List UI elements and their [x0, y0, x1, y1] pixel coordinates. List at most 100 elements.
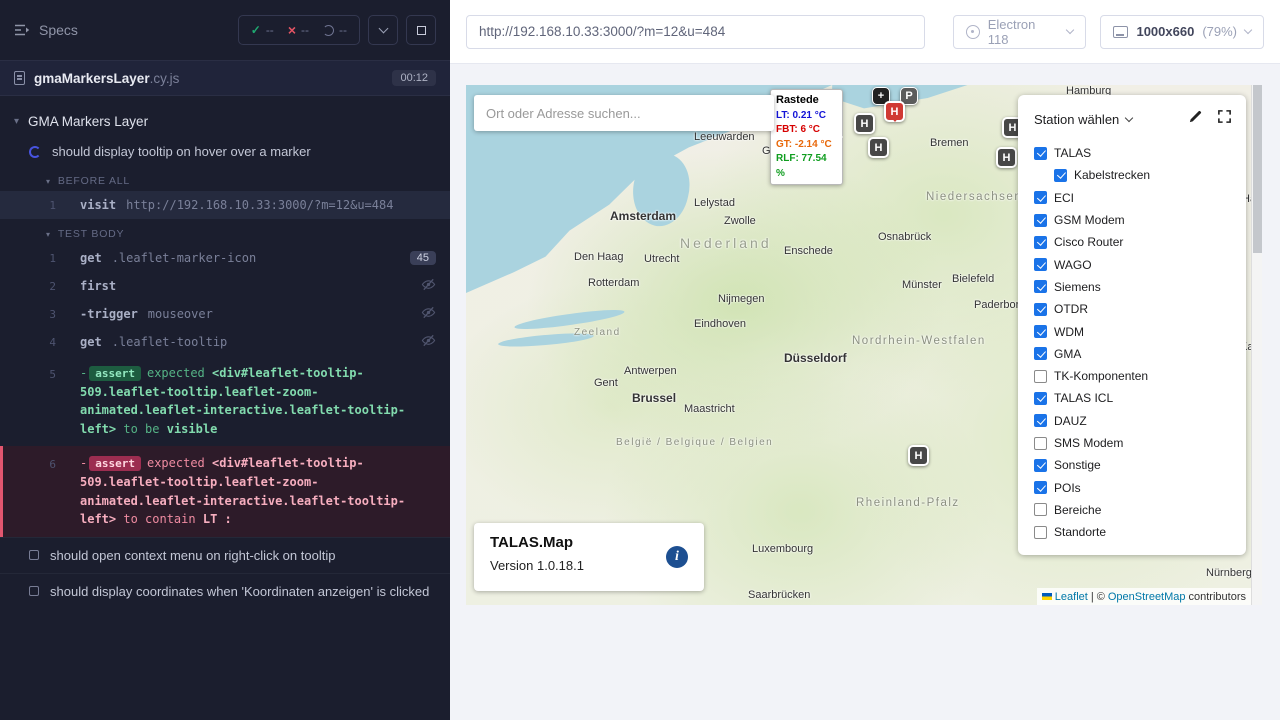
test-stats: ✓ -- × -- --: [238, 15, 360, 45]
map-label: Niedersachsen: [926, 191, 1022, 203]
map-label: Leeuwarden: [694, 131, 755, 143]
refresh-icon: [323, 25, 334, 36]
checkbox[interactable]: [1034, 526, 1047, 539]
test-row-active[interactable]: should display tooltip on hover over a m…: [0, 137, 450, 166]
command-row-get[interactable]: 1 get .leaflet-marker-icon 45: [0, 244, 450, 272]
specs-list-icon: [14, 23, 30, 37]
checkbox[interactable]: [1054, 169, 1067, 182]
layer-row[interactable]: Sonstige: [1034, 454, 1232, 476]
station-select-dropdown[interactable]: Station wählen: [1034, 112, 1132, 127]
spec-file-bar[interactable]: gmaMarkersLayer.cy.js 00:12: [0, 60, 450, 96]
map-label: Nederland: [680, 235, 772, 251]
checkbox[interactable]: [1034, 258, 1047, 271]
map-label: Nordrhein-Westfalen: [852, 335, 986, 347]
layer-row[interactable]: Standorte: [1034, 521, 1232, 543]
leaflet-link[interactable]: Leaflet: [1055, 591, 1088, 603]
spec-file-icon: [14, 71, 25, 85]
caret-down-icon: ▾: [46, 177, 51, 186]
checkbox[interactable]: [1034, 236, 1047, 249]
stop-button[interactable]: [406, 15, 436, 45]
spec-file-name: gmaMarkersLayer.cy.js: [34, 71, 179, 86]
layer-row[interactable]: SMS Modem: [1034, 432, 1232, 454]
stat-passed: ✓ --: [251, 23, 274, 37]
layer-row[interactable]: TALAS ICL: [1034, 387, 1232, 409]
layer-row[interactable]: Bereiche: [1034, 499, 1232, 521]
checkbox[interactable]: [1034, 147, 1047, 160]
test-row-pending[interactable]: should display coordinates when 'Koordin…: [0, 573, 450, 609]
assert-badge: assert: [89, 456, 141, 471]
layer-row[interactable]: WDM: [1034, 320, 1232, 342]
pending-square-icon: [29, 586, 39, 596]
layer-row[interactable]: DAUZ: [1034, 410, 1232, 432]
station-marker[interactable]: H: [868, 137, 889, 158]
specs-menu-button[interactable]: Specs: [14, 22, 78, 38]
checkbox[interactable]: [1034, 325, 1047, 338]
eye-slash-icon: [421, 277, 436, 295]
checkbox[interactable]: [1034, 414, 1047, 427]
checkbox[interactable]: [1034, 503, 1047, 516]
layer-row[interactable]: ECI: [1034, 187, 1232, 209]
checkbox[interactable]: [1034, 303, 1047, 316]
layer-row[interactable]: POIs: [1034, 476, 1232, 498]
info-button[interactable]: i: [666, 546, 688, 568]
checkbox[interactable]: [1034, 280, 1047, 293]
map-label: Bremen: [930, 137, 969, 149]
test-row-pending[interactable]: should open context menu on right-click …: [0, 537, 450, 573]
station-marker[interactable]: H: [854, 113, 875, 134]
command-row-visit[interactable]: 1 visit http://192.168.10.33:3000/?m=12&…: [0, 191, 450, 219]
map-label: Antwerpen: [624, 365, 677, 377]
leaflet-map[interactable]: Hamburg Bremen Groningen Leeuwarden Nied…: [466, 85, 1262, 605]
address-search-input[interactable]: [474, 95, 774, 131]
layer-row[interactable]: GSM Modem: [1034, 209, 1232, 231]
station-marker[interactable]: H: [996, 147, 1017, 168]
layer-row[interactable]: Kabelstrecken: [1034, 164, 1232, 186]
stat-pending: --: [323, 23, 347, 37]
suite-row[interactable]: ▾ GMA Markers Layer: [0, 106, 450, 137]
tooltip-title: Rastede: [776, 93, 837, 109]
layer-row[interactable]: TK-Komponenten: [1034, 365, 1232, 387]
browser-select[interactable]: Electron 118: [953, 15, 1087, 49]
url-input[interactable]: [466, 15, 925, 49]
map-label: Münster: [902, 279, 942, 291]
collapse-all-button[interactable]: [368, 15, 398, 45]
checkbox[interactable]: [1034, 214, 1047, 227]
checkbox[interactable]: [1034, 459, 1047, 472]
station-marker-active[interactable]: H: [884, 101, 905, 122]
hook-before-all[interactable]: ▾ BEFORE ALL: [0, 166, 450, 191]
checkbox[interactable]: [1034, 437, 1047, 450]
layer-row[interactable]: Siemens: [1034, 276, 1232, 298]
command-number: 1: [0, 199, 56, 212]
command-name: first: [80, 279, 116, 293]
layer-row[interactable]: GMA: [1034, 343, 1232, 365]
checkbox[interactable]: [1034, 191, 1047, 204]
command-row-first[interactable]: 2 first: [0, 272, 450, 300]
command-name: -trigger: [80, 307, 138, 321]
caret-down-icon: ▾: [46, 230, 51, 239]
command-row-get-tooltip[interactable]: 4 get .leaflet-tooltip: [0, 328, 450, 356]
edit-pencil-icon[interactable]: [1188, 109, 1203, 129]
aut-iframe: Hamburg Bremen Groningen Leeuwarden Nied…: [466, 85, 1262, 605]
checkbox[interactable]: [1034, 392, 1047, 405]
assert-row-failed[interactable]: 6 -assertexpected <div#leaflet-tooltip-5…: [0, 446, 450, 536]
station-marker[interactable]: H: [908, 445, 929, 466]
fullscreen-icon[interactable]: [1217, 109, 1232, 129]
command-number: 3: [0, 308, 56, 321]
layer-row[interactable]: WAGO: [1034, 253, 1232, 275]
vertical-scrollbar[interactable]: [1251, 85, 1262, 605]
viewport-select[interactable]: 1000x660 (79%): [1100, 15, 1264, 49]
layer-row[interactable]: OTDR: [1034, 298, 1232, 320]
osm-link[interactable]: OpenStreetMap: [1108, 591, 1186, 603]
checkbox[interactable]: [1034, 370, 1047, 383]
checkbox[interactable]: [1034, 481, 1047, 494]
checkbox[interactable]: [1034, 347, 1047, 360]
layer-row[interactable]: TALAS: [1034, 142, 1232, 164]
command-row-trigger[interactable]: 3 -trigger mouseover: [0, 300, 450, 328]
cypress-reporter-panel: Specs ✓ -- × -- --: [0, 0, 450, 720]
layer-row[interactable]: Cisco Router: [1034, 231, 1232, 253]
scrollbar-thumb[interactable]: [1253, 85, 1262, 253]
pending-square-icon: [29, 550, 39, 560]
map-label: Nürnberg: [1206, 567, 1252, 579]
hook-test-body[interactable]: ▾ TEST BODY: [0, 219, 450, 244]
assert-row-passed[interactable]: 5 -assertexpected <div#leaflet-tooltip-5…: [0, 356, 450, 446]
aut-region: Electron 118 1000x660 (79%) Hamburg Brem…: [450, 0, 1280, 720]
